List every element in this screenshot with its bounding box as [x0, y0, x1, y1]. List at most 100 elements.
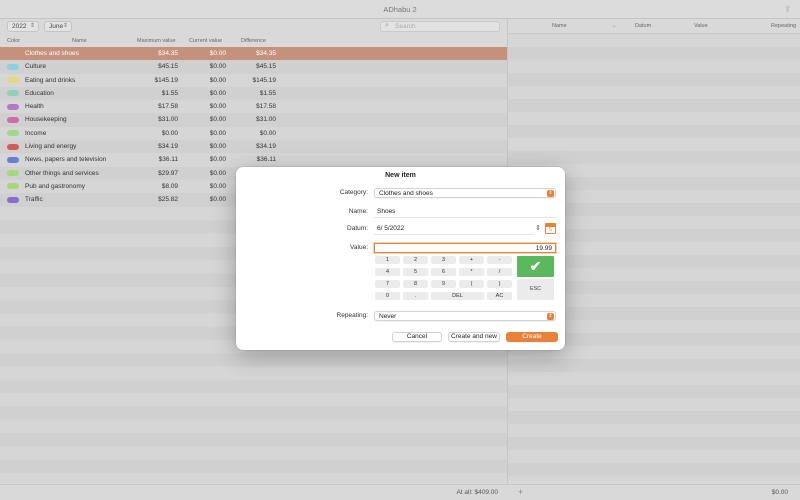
column-header-item-name[interactable]: Name	[552, 23, 567, 29]
category-name: Clothes and shoes	[25, 50, 79, 57]
search-field[interactable]: ⌕ Search	[380, 21, 500, 32]
table-row[interactable]: Education $1.55 $0.00 $1.55	[0, 86, 507, 101]
chevron-updown-icon: ⇕	[547, 190, 554, 197]
keypad-key[interactable]: 1	[375, 256, 400, 264]
category-color-swatch	[7, 196, 19, 203]
category-name: Traffic	[25, 196, 43, 204]
keypad-key[interactable]: 9	[431, 280, 456, 288]
keypad-key[interactable]: 5	[403, 268, 428, 276]
current-value: $0.00	[209, 103, 226, 111]
escape-key[interactable]: ESC	[517, 279, 554, 300]
maximum-value: $17.58	[158, 103, 178, 111]
keypad-key[interactable]: 4	[375, 268, 400, 276]
repeating-select[interactable]: Never ⇕	[374, 311, 556, 321]
column-header-difference[interactable]: Difference	[241, 38, 266, 44]
maximum-value: $1.55	[161, 89, 178, 97]
confirm-check-icon[interactable]: ✔	[517, 256, 554, 277]
keypad-key[interactable]: DEL	[431, 292, 484, 300]
total-sum: At all: $409.00	[456, 489, 498, 496]
month-select[interactable]: June ⇕	[44, 21, 72, 32]
difference-value: $34.19	[256, 143, 276, 151]
name-field-underline	[374, 217, 556, 218]
maximum-value: $34.19	[158, 143, 178, 151]
calendar-icon[interactable]: 5	[545, 223, 556, 234]
difference-value: $45.15	[256, 63, 276, 71]
column-header-max[interactable]: Maximum value	[137, 38, 176, 44]
keypad-key[interactable]: )	[487, 280, 512, 288]
category-color-swatch	[7, 77, 19, 84]
category-name: Income	[25, 129, 47, 137]
table-row[interactable]: Living and energy $34.19 $0.00 $34.19	[0, 140, 507, 154]
search-icon: ⌕	[385, 22, 389, 29]
keypad-key[interactable]: 0	[375, 292, 400, 300]
difference-value: $31.00	[256, 116, 276, 124]
current-value: $0.00	[209, 89, 226, 97]
table-row[interactable]: Income $0.00 $0.00 $0.00	[0, 126, 507, 141]
current-value: $0.00	[209, 156, 226, 164]
category-color-swatch	[7, 130, 19, 137]
column-header-name[interactable]: Name	[72, 38, 87, 44]
keypad-key[interactable]: 2	[403, 256, 428, 264]
column-header-color[interactable]: Color	[7, 38, 20, 44]
repeating-select-value: Never	[379, 313, 397, 320]
name-field[interactable]: Shoes	[377, 208, 395, 215]
current-value: $0.00	[209, 143, 226, 151]
table-row[interactable]: Health $17.58 $0.00 $17.58	[0, 100, 507, 114]
category-name: Health	[25, 103, 44, 111]
table-row[interactable]: Culture $45.15 $0.00 $45.15	[0, 60, 507, 74]
category-color-swatch	[7, 103, 19, 110]
toolbar: 2022 ⇕ June ⇕ ⌕ Search	[0, 19, 507, 34]
create-button[interactable]: Create	[506, 332, 558, 342]
column-header-datum[interactable]: Datum	[635, 23, 651, 29]
category-name: Culture	[25, 63, 46, 71]
keypad-key[interactable]: 3	[431, 256, 456, 264]
chevron-updown-icon: ⇕	[62, 23, 68, 29]
maximum-value: $45.15	[158, 63, 178, 71]
keypad-key[interactable]: 8	[403, 280, 428, 288]
add-item-icon[interactable]: +	[518, 487, 523, 497]
current-value: $0.00	[209, 116, 226, 124]
new-item-dialog: New item Category: Clothes and shoes ⇕ N…	[236, 167, 565, 350]
keypad-key[interactable]: 7	[375, 280, 400, 288]
keypad-key[interactable]: -	[487, 256, 512, 264]
category-name: Living and energy	[25, 143, 77, 151]
difference-value: $0.00	[259, 129, 276, 137]
column-header-value[interactable]: Value	[694, 23, 708, 29]
value-input[interactable]: 19.99	[374, 243, 556, 253]
repeating-label: Repeating:	[336, 312, 368, 319]
keypad-key[interactable]: +	[459, 256, 484, 264]
difference-value: $36.11	[256, 156, 276, 164]
keypad-key[interactable]: 6	[431, 268, 456, 276]
difference-value: $145.19	[252, 76, 277, 84]
table-row[interactable]: Housekeeping $31.00 $0.00 $31.00	[0, 113, 507, 127]
datum-label: Datum:	[347, 225, 368, 232]
maximum-value: $31.00	[158, 116, 178, 124]
column-header-current[interactable]: Current value	[189, 38, 222, 44]
keypad-key[interactable]: AC	[487, 292, 512, 300]
category-color-swatch	[7, 156, 19, 163]
maximum-value: $25.82	[158, 196, 178, 204]
keypad-key[interactable]: *	[459, 268, 484, 276]
current-value: $0.00	[209, 196, 226, 204]
keypad-key[interactable]: /	[487, 268, 512, 276]
cancel-button[interactable]: Cancel	[392, 332, 442, 342]
window-title: ADhabu 2	[383, 5, 417, 14]
table-row[interactable]: News, papers and television $36.11 $0.00 $3…	[0, 153, 507, 167]
maximum-value: $36.11	[158, 156, 178, 164]
share-icon[interactable]: ⇪	[784, 4, 794, 14]
datum-field[interactable]: 6/ 5/2022	[377, 225, 404, 232]
keypad-key[interactable]: .	[403, 292, 428, 300]
dialog-title: New item	[385, 172, 416, 179]
keypad-key[interactable]: (	[459, 280, 484, 288]
table-row[interactable]: Eating and drinks $145.19 $0.00 $145.19	[0, 73, 507, 87]
current-value: $0.00	[209, 182, 226, 190]
table-row[interactable]: Clothes and shoes $34.35 $0.00 $34.35	[0, 47, 507, 61]
column-header-repeating[interactable]: Repeating	[771, 23, 796, 29]
date-stepper-icon[interactable]: ⇕	[535, 224, 541, 232]
category-select[interactable]: Clothes and shoes ⇕	[374, 188, 556, 198]
footer-bar: At all: $409.00 + $0.00	[0, 484, 800, 500]
calendar-icon-day: 5	[549, 227, 552, 233]
year-select[interactable]: 2022 ⇕	[7, 21, 39, 32]
category-name: News, papers and television	[25, 156, 107, 164]
create-and-new-button[interactable]: Create and new	[448, 332, 500, 342]
